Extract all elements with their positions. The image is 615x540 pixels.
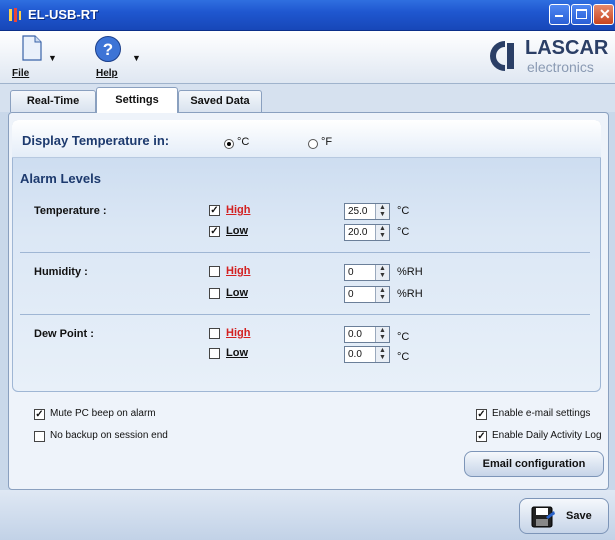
file-menu-button[interactable]: ▼ File (8, 33, 58, 81)
document-icon (22, 35, 42, 61)
dewpoint-high-checkbox[interactable] (209, 328, 220, 339)
alarm-panel (12, 120, 601, 392)
logo-text: LASCAR (525, 37, 609, 59)
tab-strip: Real-Time Settings Saved Data (0, 84, 615, 113)
temp-low-label: Low (226, 225, 248, 237)
email-configuration-button[interactable]: Email configuration (464, 451, 604, 477)
humidity-low-unit: %RH (397, 288, 423, 300)
humidity-low-label: Low (226, 287, 248, 299)
spinner-arrows-icon: ▲ ▼ (375, 347, 389, 362)
dewpoint-high-label: High (226, 327, 251, 339)
display-units-label: Display Temperature in: (22, 133, 170, 148)
dewpoint-high-unit: °C (397, 331, 410, 343)
fahrenheit-radio[interactable] (308, 139, 318, 149)
humidity-high-stepper[interactable]: 0 ▲ ▼ (344, 264, 390, 281)
close-icon: ✕ (599, 6, 611, 22)
save-button[interactable]: Save (519, 498, 609, 534)
mute-beep-checkbox[interactable]: ✓ (34, 409, 45, 420)
help-label: Help (96, 68, 118, 79)
dewpoint-high-stepper[interactable]: 0.0 ▲ ▼ (344, 326, 390, 343)
thermometer-app-icon (9, 8, 21, 22)
spinner-arrows-icon: ▲ ▼ (375, 204, 389, 219)
save-label: Save (566, 510, 592, 522)
maximize-button[interactable] (571, 4, 592, 25)
mute-beep-label: Mute PC beep on alarm (50, 408, 156, 419)
temp-low-stepper[interactable]: 20.0 ▲ ▼ (344, 224, 390, 241)
alarm-levels-heading: Alarm Levels (20, 171, 101, 186)
tab-real-time[interactable]: Real-Time (10, 90, 96, 112)
temp-low-unit: °C (397, 226, 410, 238)
floppy-save-icon (531, 506, 555, 528)
tab-settings[interactable]: Settings (96, 87, 178, 113)
humidity-low-checkbox[interactable] (209, 288, 220, 299)
daily-log-checkbox[interactable]: ✓ (476, 431, 487, 442)
temp-high-stepper[interactable]: 25.0 ▲ ▼ (344, 203, 390, 220)
humidity-high-label: High (226, 265, 251, 277)
humidity-high-checkbox[interactable] (209, 266, 220, 277)
no-backup-checkbox[interactable] (34, 431, 45, 442)
toolbar: ▼ File ? ▼ Help LASCAR electronics (0, 31, 615, 84)
file-label: File (12, 68, 30, 79)
daily-log-label: Enable Daily Activity Log (492, 430, 602, 441)
fahrenheit-label: °F (321, 136, 333, 148)
spinner-arrows-icon: ▲ ▼ (375, 225, 389, 240)
celsius-label: °C (237, 136, 250, 148)
dewpoint-low-stepper[interactable]: 0.0 ▲ ▼ (344, 346, 390, 363)
spinner-arrows-icon: ▲ ▼ (375, 265, 389, 280)
help-question-icon: ? (95, 36, 121, 62)
humidity-label: Humidity : (34, 266, 88, 278)
chevron-down-icon: ▼ (48, 53, 57, 63)
close-button[interactable]: ✕ (593, 4, 614, 25)
temp-high-unit: °C (397, 205, 410, 217)
temp-high-label: High (226, 204, 251, 216)
spinner-arrows-icon: ▲ ▼ (375, 287, 389, 302)
dew-point-label: Dew Point : (34, 328, 94, 340)
humidity-high-unit: %RH (397, 266, 423, 278)
lascar-logo: LASCAR electronics (487, 35, 609, 79)
celsius-radio[interactable] (224, 139, 234, 149)
logo-subtext: electronics (527, 59, 594, 75)
email-settings-checkbox[interactable]: ✓ (476, 409, 487, 420)
divider (20, 314, 590, 315)
humidity-low-stepper[interactable]: 0 ▲ ▼ (344, 286, 390, 303)
no-backup-label: No backup on session end (50, 430, 168, 441)
dewpoint-low-unit: °C (397, 351, 410, 363)
dewpoint-low-label: Low (226, 347, 248, 359)
temp-low-checkbox[interactable]: ✓ (209, 226, 220, 237)
tab-saved-data[interactable]: Saved Data (178, 90, 262, 112)
divider (20, 252, 590, 253)
dewpoint-low-checkbox[interactable] (209, 348, 220, 359)
svg-text:?: ? (103, 40, 113, 59)
minimize-button[interactable] (549, 4, 570, 25)
window-title: EL-USB-RT (28, 7, 99, 22)
spinner-arrows-icon: ▲ ▼ (375, 327, 389, 342)
temperature-label: Temperature : (34, 205, 107, 217)
email-settings-label: Enable e-mail settings (492, 408, 591, 419)
lascar-logo-mark (490, 41, 514, 71)
chevron-down-icon: ▼ (132, 53, 141, 63)
temp-high-checkbox[interactable]: ✓ (209, 205, 220, 216)
help-menu-button[interactable]: ? ▼ Help (86, 33, 141, 81)
title-bar: EL-USB-RT ✕ (0, 0, 615, 31)
